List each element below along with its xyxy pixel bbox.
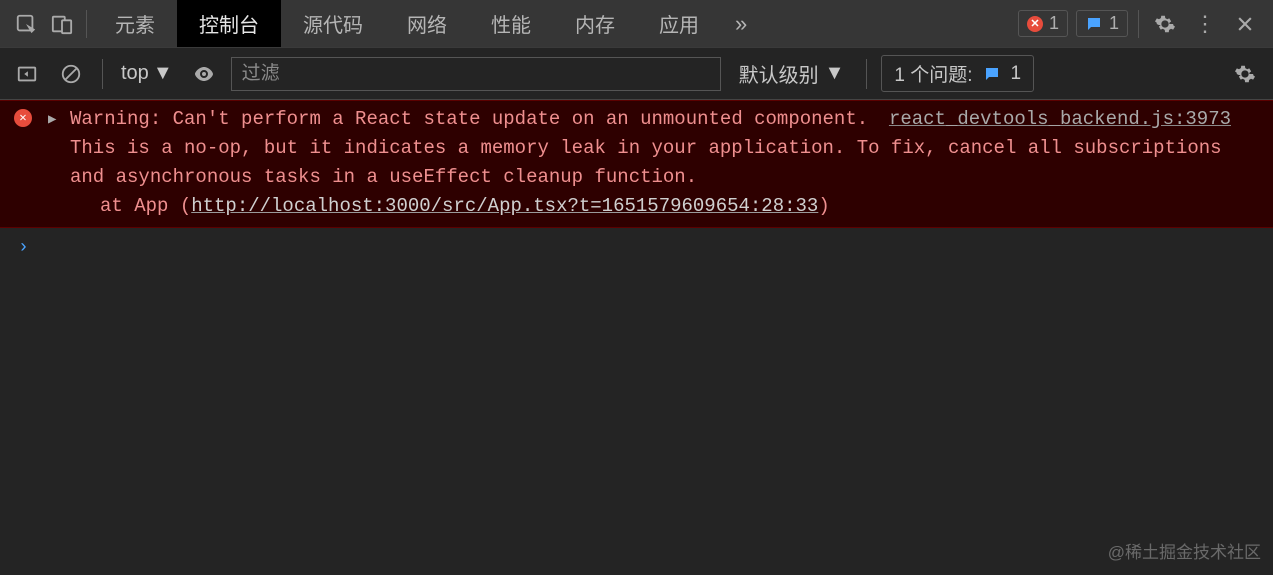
error-count-badge[interactable]: ✕ 1 bbox=[1018, 10, 1068, 37]
issue-count-badge[interactable]: 1 bbox=[1076, 10, 1128, 37]
expand-arrow-icon[interactable]: ▶ bbox=[48, 106, 56, 135]
console-message-error[interactable]: ✕ ▶ react_devtools_backend.js:3973 Warni… bbox=[0, 100, 1273, 228]
issue-icon bbox=[1085, 15, 1103, 33]
tab-label: 内存 bbox=[575, 9, 615, 38]
error-icon: ✕ bbox=[1027, 16, 1043, 32]
error-count: 1 bbox=[1049, 13, 1059, 34]
more-icon[interactable]: ⋮ bbox=[1185, 4, 1225, 44]
filter-input[interactable] bbox=[231, 57, 721, 91]
error-icon: ✕ bbox=[14, 109, 32, 127]
tab-label: 控制台 bbox=[199, 9, 259, 38]
tab-label: 性能 bbox=[491, 9, 531, 38]
panel-tabs: 元素 控制台 源代码 网络 性能 内存 应用 » bbox=[93, 0, 761, 47]
tab-label: 网络 bbox=[407, 9, 447, 38]
tab-console[interactable]: 控制台 bbox=[177, 0, 281, 47]
inspect-icon[interactable] bbox=[8, 6, 44, 42]
watermark: @稀土掘金技术社区 bbox=[1108, 538, 1261, 567]
issues-label: 1 个问题: bbox=[894, 60, 972, 87]
issues-count: 1 bbox=[1011, 63, 1022, 85]
divider bbox=[102, 59, 103, 89]
chevron-down-icon: ▼ bbox=[825, 62, 845, 85]
issue-count: 1 bbox=[1109, 13, 1119, 34]
console-settings-icon[interactable] bbox=[1227, 56, 1263, 92]
level-label: 默认级别 bbox=[739, 59, 819, 88]
issue-icon bbox=[983, 65, 1001, 83]
console-prompt[interactable]: › bbox=[0, 228, 1273, 263]
tab-label: 源代码 bbox=[303, 9, 363, 38]
devtools-tabstrip: 元素 控制台 源代码 网络 性能 内存 应用 » ✕ 1 1 ⋮ bbox=[0, 0, 1273, 48]
divider bbox=[86, 10, 87, 38]
divider bbox=[1138, 10, 1139, 38]
prompt-icon: › bbox=[18, 238, 29, 258]
tab-label: 应用 bbox=[659, 9, 699, 38]
settings-icon[interactable] bbox=[1145, 4, 1185, 44]
tab-memory[interactable]: 内存 bbox=[553, 0, 637, 47]
close-icon[interactable] bbox=[1225, 4, 1265, 44]
tab-performance[interactable]: 性能 bbox=[469, 0, 553, 47]
tab-sources[interactable]: 源代码 bbox=[281, 0, 385, 47]
tab-application[interactable]: 应用 bbox=[637, 0, 721, 47]
log-level-selector[interactable]: 默认级别 ▼ bbox=[731, 59, 853, 88]
context-label: top bbox=[121, 62, 149, 85]
device-toggle-icon[interactable] bbox=[44, 6, 80, 42]
tab-elements[interactable]: 元素 bbox=[93, 0, 177, 47]
clear-console-icon[interactable] bbox=[54, 57, 88, 91]
stack-frame: at App (http://localhost:3000/src/App.ts… bbox=[0, 192, 1273, 221]
issues-summary[interactable]: 1 个问题: 1 bbox=[881, 55, 1034, 92]
source-link[interactable]: react_devtools_backend.js:3973 bbox=[889, 105, 1231, 134]
toggle-sidebar-icon[interactable] bbox=[10, 57, 44, 91]
stack-link[interactable]: http://localhost:3000/src/App.tsx?t=1651… bbox=[191, 195, 818, 217]
tab-label: 元素 bbox=[115, 9, 155, 38]
tab-overflow[interactable]: » bbox=[721, 0, 761, 47]
chevron-down-icon: ▼ bbox=[153, 62, 173, 85]
console-toolbar: top ▼ 默认级别 ▼ 1 个问题: 1 bbox=[0, 48, 1273, 100]
divider bbox=[866, 59, 867, 89]
live-expression-icon[interactable] bbox=[187, 57, 221, 91]
tab-network[interactable]: 网络 bbox=[385, 0, 469, 47]
context-selector[interactable]: top ▼ bbox=[117, 62, 177, 85]
console-body: ✕ ▶ react_devtools_backend.js:3973 Warni… bbox=[0, 100, 1273, 575]
